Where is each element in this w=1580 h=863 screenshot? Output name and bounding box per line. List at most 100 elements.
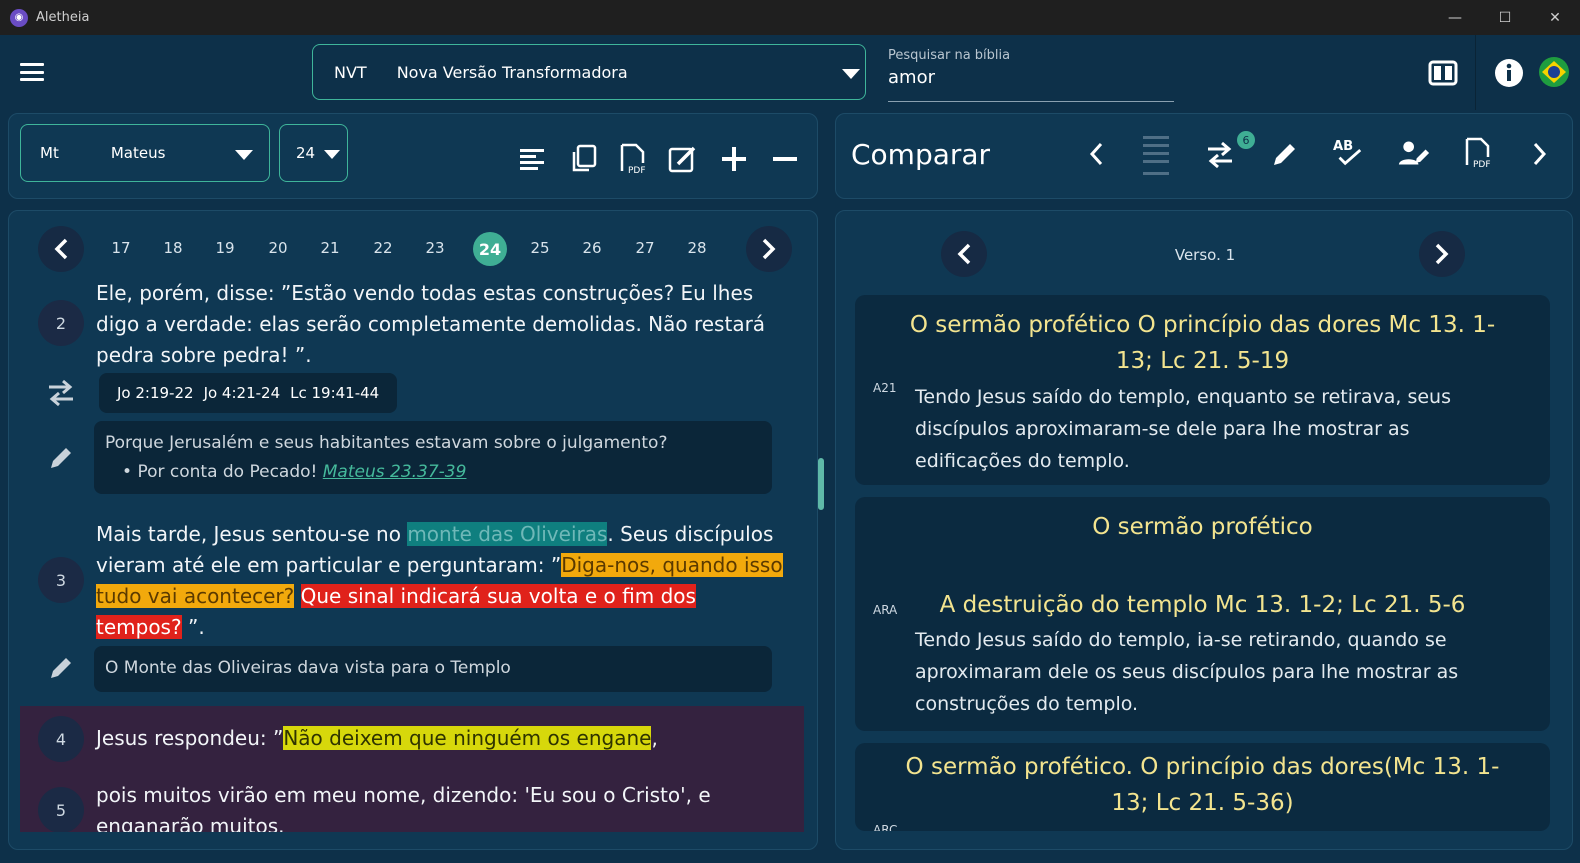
next-chapter-button[interactable] <box>746 226 792 272</box>
selected-verses-band: 4 Jesus respondeu: ”Não deixem que ningu… <box>20 706 804 832</box>
maximize-button[interactable]: ☐ <box>1480 0 1530 35</box>
chapter-25[interactable]: 25 <box>525 239 555 257</box>
info-icon[interactable] <box>1494 58 1524 88</box>
cross-reference-compare-icon[interactable] <box>1204 139 1236 171</box>
search-field[interactable]: Pesquisar na bíblia <box>888 48 1174 102</box>
verse-text[interactable]: pois muitos virão em meu nome, dizendo: … <box>96 780 736 832</box>
verse-note[interactable]: Porque Jerusalém e seus habitantes estav… <box>94 421 772 494</box>
book-select[interactable]: Mt Mateus <box>20 124 270 182</box>
translation-tag: ARA <box>873 603 898 617</box>
chapter-24-active[interactable]: 24 <box>473 232 507 266</box>
app-logo-icon: ◉ <box>10 8 28 27</box>
verse-note[interactable]: O Monte das Oliveiras dava vista para o … <box>94 646 772 692</box>
note-reference-link[interactable]: Mateus 23.37-39 <box>323 462 467 482</box>
zoom-out-icon[interactable] <box>769 143 801 175</box>
window-title: Aletheia <box>36 10 90 25</box>
version-abbr: NVT <box>334 62 367 82</box>
chapter-17[interactable]: 17 <box>106 239 136 257</box>
chapter-navigation: 17 18 19 20 21 22 23 24 25 26 27 28 <box>38 226 792 272</box>
scrollbar-thumb[interactable] <box>818 458 824 510</box>
verse-number[interactable]: 5 <box>38 787 84 832</box>
search-label: Pesquisar na bíblia <box>888 48 1011 63</box>
cross-reference-link[interactable]: Jo 4:21-24 <box>204 384 281 402</box>
brazil-flag-icon[interactable] <box>1538 56 1570 88</box>
chevron-left-icon[interactable] <box>1080 138 1112 170</box>
pdf-icon[interactable]: PDF <box>617 143 649 175</box>
chevron-down-icon <box>324 150 340 159</box>
chapter-select[interactable]: 24 <box>279 124 348 182</box>
verse-text[interactable]: Mais tarde, Jesus sentou-se no monte das… <box>96 519 786 643</box>
svg-text:AB: AB <box>1333 139 1353 154</box>
text-align-icon[interactable] <box>516 143 548 175</box>
chapter-26[interactable]: 26 <box>577 239 607 257</box>
book-abbr: Mt <box>40 144 59 162</box>
svg-text:PDF: PDF <box>628 166 646 175</box>
edit-note-icon[interactable] <box>667 143 699 175</box>
prev-verse-button[interactable] <box>941 231 987 277</box>
cross-reference-list: Jo 2:19-22 Jo 4:21-24 Lc 19:41-44 <box>99 373 398 413</box>
prev-chapter-button[interactable] <box>38 226 84 272</box>
highlight-yellow[interactable]: Não deixem que ninguém os engane <box>283 726 652 750</box>
list-view-icon[interactable] <box>1140 136 1172 175</box>
chevron-down-icon <box>235 150 253 160</box>
version-select[interactable]: NVT Nova Versão Transformadora <box>312 44 866 100</box>
note-pencil-icon[interactable] <box>45 442 77 474</box>
chevron-right-icon[interactable] <box>1524 138 1556 170</box>
spellcheck-icon[interactable]: AB <box>1332 136 1364 168</box>
close-button[interactable]: ✕ <box>1530 0 1580 35</box>
next-verse-button[interactable] <box>1419 231 1465 277</box>
compare-title: Comparar <box>851 138 991 171</box>
verse-text-part: , <box>651 726 658 750</box>
chevron-down-icon <box>842 69 860 79</box>
card-text: Tendo Jesus saído do templo, ia-se retir… <box>915 629 1459 715</box>
chapter-value: 24 <box>296 144 316 162</box>
chapter-18[interactable]: 18 <box>158 239 188 257</box>
top-bar: NVT Nova Versão Transformadora Pesquisar… <box>0 35 1580 110</box>
translation-card-a21: O sermão profético O princípio das dores… <box>855 295 1550 485</box>
verse-text-part <box>294 584 300 608</box>
card-subheading: A destruição do templo Mc 13. 1-2; Lc 21… <box>939 592 1466 618</box>
translation-tag: A21 <box>873 381 897 395</box>
version-name: Nova Versão Transformadora <box>396 62 628 82</box>
note-text: O Monte das Oliveiras dava vista para o … <box>105 658 511 678</box>
highlight-teal[interactable]: monte das Oliveiras <box>407 522 608 546</box>
translation-card-arc: O sermão profético. O princípio das dore… <box>855 743 1550 831</box>
note-pencil-icon[interactable] <box>45 652 77 684</box>
chapter-19[interactable]: 19 <box>210 239 240 257</box>
zoom-in-icon[interactable] <box>718 143 750 175</box>
verse-number[interactable]: 3 <box>38 557 84 603</box>
menu-icon[interactable] <box>20 63 44 81</box>
verse-text[interactable]: Ele, porém, disse: ”Estão vendo todas es… <box>96 278 786 371</box>
pencil-icon[interactable] <box>1269 138 1301 170</box>
copy-icon[interactable] <box>568 143 600 175</box>
verse-number[interactable]: 2 <box>38 300 84 346</box>
verse-number[interactable]: 4 <box>38 716 84 762</box>
verse-text[interactable]: Jesus respondeu: ”Não deixem que ninguém… <box>96 723 776 754</box>
cross-reference-link[interactable]: Lc 19:41-44 <box>290 384 379 402</box>
card-text: Tendo Jesus saído do templo, enquanto se… <box>915 386 1451 472</box>
chapter-27[interactable]: 27 <box>630 239 660 257</box>
card-heading: O sermão profético O princípio das dores… <box>909 312 1496 374</box>
chapter-21[interactable]: 21 <box>315 239 345 257</box>
note-bullet-text: Por conta do Pecado! <box>137 462 318 482</box>
columns-view-icon[interactable] <box>1428 60 1458 86</box>
card-heading: O sermão profético <box>1092 514 1313 540</box>
note-text: Porque Jerusalém e seus habitantes estav… <box>105 433 668 453</box>
chapter-22[interactable]: 22 <box>368 239 398 257</box>
pdf-export-icon[interactable]: PDF <box>1462 137 1494 169</box>
cross-reference-icon[interactable] <box>45 377 77 409</box>
search-input[interactable] <box>888 67 1174 88</box>
chapter-23[interactable]: 23 <box>420 239 450 257</box>
cross-reference-link[interactable]: Jo 2:19-22 <box>117 384 194 402</box>
chapter-28[interactable]: 28 <box>682 239 712 257</box>
card-heading: O sermão profético. O princípio das dore… <box>905 754 1500 816</box>
translation-tag: ARC <box>873 823 898 831</box>
chapter-20[interactable]: 20 <box>263 239 293 257</box>
user-edit-icon[interactable] <box>1398 137 1430 169</box>
verse-label: Verso. 1 <box>1174 246 1236 264</box>
cross-reference-count-badge: 6 <box>1237 131 1255 149</box>
note-bullet: • Por conta do Pecado! Mateus 23.37-39 <box>122 462 467 482</box>
verse-text-part: Mais tarde, Jesus sentou-se no <box>96 522 408 546</box>
verse-text-part: ”. <box>181 615 205 639</box>
minimize-button[interactable]: — <box>1430 0 1480 35</box>
